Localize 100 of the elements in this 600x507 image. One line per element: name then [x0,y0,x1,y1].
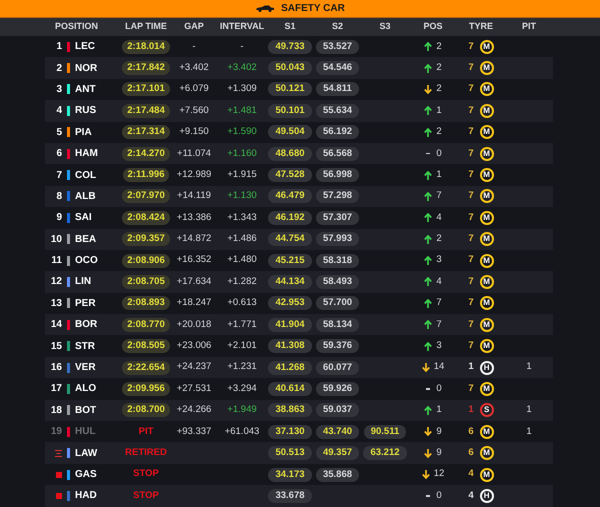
interval-value: +2.101 [227,339,257,354]
tyre-laps: 7 [468,210,474,225]
position-change: 12 [434,467,444,482]
sector-time: 63.212 [363,446,407,460]
gap-value: +14.872 [176,232,212,246]
lap-time: 2:17.101 [122,82,170,96]
position-change: 14 [434,360,444,374]
sector-time: 58.134 [316,318,360,332]
status-label: RETIRED [125,446,167,460]
lap-time: 2:11.996 [122,168,170,182]
sector-time: 50.513 [268,446,312,460]
gap-value: +11.074 [177,146,211,161]
position-change: 1 [436,104,442,118]
sector-time: 44.754 [268,232,312,246]
position-number: 19 [50,425,62,440]
sector-time: 41.268 [268,360,312,375]
tyre-laps: 7 [468,189,474,204]
sector-time: 56.998 [316,168,360,182]
tyre-icon: M [480,104,494,118]
position-change: 0 [436,382,442,396]
interval-value: +1.590 [227,125,257,140]
lap-time: 2:08.505 [122,339,170,354]
tyre-icon: M [480,125,494,140]
tyre-icon: M [480,168,494,182]
status-label: STOP [133,467,159,482]
position-number: 10 [50,232,62,247]
sector-time: 49.357 [316,446,360,460]
position-number: 7 [56,168,62,183]
interval-value: +1.160 [227,146,257,161]
tyre-laps: 7 [468,104,474,118]
column-header: POSITION [55,21,98,32]
pit-count: 1 [526,403,532,418]
sector-time: 35.868 [316,468,360,482]
sector-time: 50.043 [268,61,312,76]
position-number: 1 [56,40,62,54]
lap-time: 2:08.700 [122,403,170,418]
sector-time: 50.121 [268,82,312,96]
position-change: 4 [436,274,442,289]
pit-count: 1 [526,360,532,374]
tyre-icon: M [480,210,494,225]
driver-code: LEC [75,40,95,54]
tyre-laps: 7 [468,253,474,268]
driver-code: VER [75,361,96,376]
tyre-icon: M [480,424,494,439]
tyre-icon: M [480,189,494,204]
interval-value: +1.231 [227,360,257,374]
lap-time: 2:17.314 [122,125,170,140]
position-change: 4 [436,210,442,225]
sector-time: 54.811 [316,82,359,96]
driver-code: HAD [75,489,97,504]
lap-time: 2:09.956 [122,382,170,396]
tyre-icon: H [480,360,494,375]
position-change: 7 [436,189,442,204]
position-number: 15 [50,340,62,354]
position-change: 2 [436,60,442,75]
lap-time: 2:22.654 [122,360,170,375]
sector-time: 56.568 [316,146,360,161]
interval-value: +1.480 [227,253,257,268]
position-change: 7 [436,296,442,310]
position-number: 13 [50,296,62,311]
position-change: 2 [436,232,442,246]
position-number: 6 [56,147,62,162]
gap-value: +14.119 [177,189,211,204]
position-number: 5 [56,126,62,140]
gap-value: +6.079 [179,82,209,96]
gap-value: +3.402 [179,60,209,75]
position-number: 16 [50,361,62,376]
tyre-laps: 7 [468,232,474,246]
tyre-icon: M [480,232,494,246]
gap-value: +16.352 [176,253,212,268]
sector-time: 41.308 [268,339,312,354]
lap-time: 2:08.906 [122,254,170,268]
sector-time: 90.511 [364,424,406,439]
tyre-laps: 7 [468,40,474,54]
column-header: POS [423,21,442,32]
tyre-icon: M [480,382,494,396]
driver-code: OCO [75,254,98,268]
tyre-laps: 4 [468,488,474,503]
sector-time: 58.493 [316,274,360,289]
tyre-laps: 1 [468,403,474,418]
sector-time: 56.192 [316,125,360,140]
interval-value: +1.282 [227,274,257,289]
column-header: GAP [184,21,204,32]
column-header: S2 [332,21,343,32]
tyre-icon: S [480,403,494,418]
tyre-icon: M [480,446,494,460]
driver-code: PER [75,296,96,311]
tyre-icon: M [480,296,494,310]
position-number: 12 [50,275,62,290]
lap-time: 2:07.970 [122,189,170,204]
tyre-laps: 7 [468,296,474,310]
sector-time: 60.077 [316,360,360,375]
tyre-icon: M [480,146,494,161]
tyre-icon: M [480,82,494,96]
position-change: 2 [436,40,442,54]
tyre-icon: M [480,254,494,268]
tyre-laps: 7 [468,60,474,75]
lap-time: 2:17.484 [122,104,170,118]
interval-value: +1.949 [227,403,257,418]
interval-value: +1.343 [227,210,257,225]
